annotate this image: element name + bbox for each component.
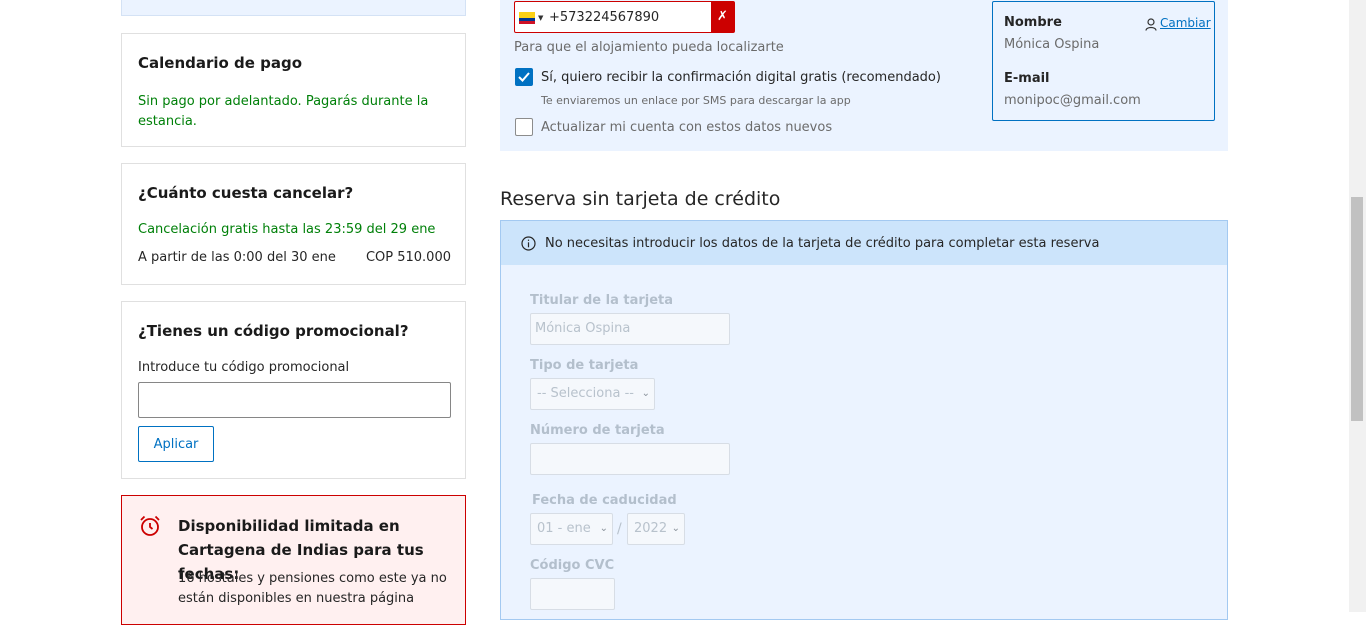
cancellation-fee-amount: COP 510.000: [365, 250, 451, 265]
confirmation-checkbox[interactable]: [515, 68, 533, 86]
phone-hint: Para que el alojamiento pueda localizart…: [514, 40, 784, 55]
confirmation-label[interactable]: Sí, quiero recibir la confirmación digit…: [541, 70, 941, 85]
chevron-down-icon: ⌄: [641, 388, 650, 399]
phone-input[interactable]: [549, 6, 707, 28]
payment-schedule-title: Calendario de pago: [138, 54, 303, 72]
card-type-select[interactable]: -- Selecciona -- ⌄: [530, 378, 655, 410]
info-banner: No necesitas introducir los datos de la …: [501, 221, 1227, 265]
cvc-label: Código CVC: [530, 558, 615, 573]
expiry-month-value: 01 - ene: [537, 521, 591, 536]
apply-promo-button[interactable]: Aplicar: [138, 426, 214, 462]
email-value: monipoc@gmail.com: [1004, 93, 1141, 108]
name-label: Nombre: [1004, 15, 1062, 30]
email-label: E-mail: [1004, 71, 1050, 86]
info-icon: [521, 236, 536, 255]
cvc-input[interactable]: [530, 578, 615, 610]
phone-input-group: ▼ ✗: [514, 1, 735, 33]
alarm-clock-icon: [138, 514, 162, 542]
card-details-panel: No necesitas introducir los datos de la …: [500, 220, 1228, 620]
promo-code-input[interactable]: [138, 382, 451, 418]
cancellation-title: ¿Cuánto cuesta cancelar?: [138, 184, 354, 202]
error-icon: ✗: [711, 2, 734, 32]
update-account-label[interactable]: Actualizar mi cuenta con estos datos nue…: [541, 120, 832, 135]
checkmark-icon: [518, 72, 530, 82]
cancellation-card: ¿Cuánto cuesta cancelar? Cancelación gra…: [121, 163, 466, 285]
expiry-month-select[interactable]: 01 - ene ⌄: [530, 513, 613, 545]
card-holder-label: Titular de la tarjeta: [530, 293, 674, 308]
page-scrollbar[interactable]: [1349, 0, 1366, 612]
cancellation-fee-from: A partir de las 0:00 del 30 ene: [138, 250, 336, 265]
promo-card: ¿Tienes un código promocional? Introduce…: [121, 301, 466, 479]
confirmation-subtext: Te enviaremos un enlace por SMS para des…: [541, 94, 851, 107]
card-holder-input[interactable]: Mónica Ospina: [530, 313, 730, 345]
chevron-down-icon: ⌄: [671, 523, 680, 534]
expiry-separator: /: [617, 521, 622, 537]
payment-schedule-card: Calendario de pago Sin pago por adelanta…: [121, 33, 466, 147]
change-user-link[interactable]: Cambiar: [1160, 16, 1211, 30]
free-cancellation-text: Cancelación gratis hasta las 23:59 del 2…: [138, 222, 436, 237]
card-number-label: Número de tarjeta: [530, 423, 665, 438]
card-number-input[interactable]: [530, 443, 730, 475]
card-type-label: Tipo de tarjeta: [530, 358, 639, 373]
scrollbar-thumb[interactable]: [1351, 197, 1363, 421]
country-dropdown-caret-icon[interactable]: ▼: [538, 14, 543, 22]
colombia-flag-icon[interactable]: [519, 12, 535, 24]
expiry-year-value: 2022: [634, 521, 668, 536]
expiry-year-select[interactable]: 2022 ⌄: [627, 513, 685, 545]
availability-alert-card: Disponibilidad limitada en Cartagena de …: [121, 495, 466, 625]
payment-schedule-text: Sin pago por adelantado. Pagarás durante…: [138, 94, 429, 129]
availability-text: 16 hostales y pensiones como este ya no …: [178, 571, 447, 606]
update-account-checkbox[interactable]: [515, 118, 533, 136]
user-icon: [1145, 16, 1157, 35]
chevron-down-icon: ⌄: [599, 523, 608, 534]
name-value: Mónica Ospina: [1004, 37, 1100, 52]
expiry-label: Fecha de caducidad: [532, 493, 677, 508]
promo-label: Introduce tu código promocional: [138, 360, 350, 375]
card-type-value: -- Selecciona --: [537, 386, 634, 401]
sidebar-top-card: [121, 0, 466, 16]
section-title: Reserva sin tarjeta de crédito: [500, 188, 781, 210]
user-info-box: Nombre Cambiar Mónica Ospina E-mail moni…: [992, 1, 1215, 121]
promo-title: ¿Tienes un código promocional?: [138, 322, 409, 340]
info-text: No necesitas introducir los datos de la …: [545, 236, 1100, 251]
